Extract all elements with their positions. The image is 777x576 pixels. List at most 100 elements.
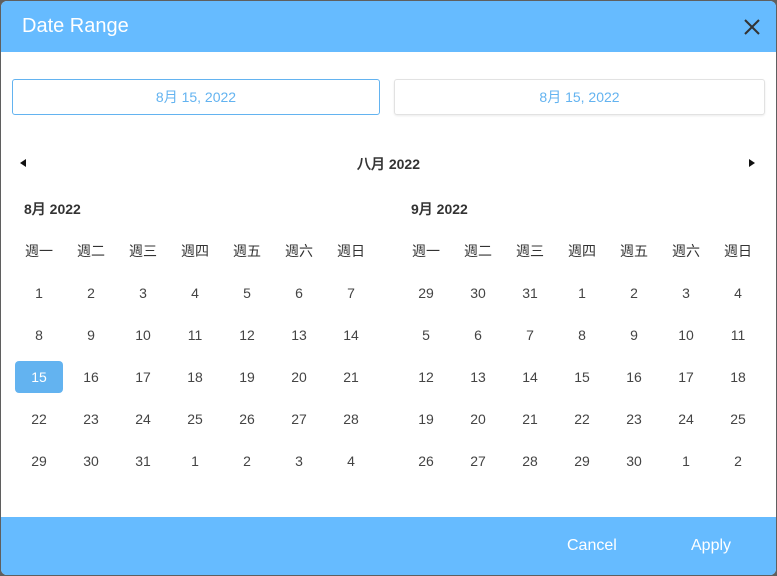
calendar-day[interactable]: 27 (452, 445, 504, 487)
calendar-day-label: 17 (678, 369, 694, 385)
calendar-day[interactable]: 7 (325, 277, 377, 319)
calendar-day[interactable]: 14 (504, 361, 556, 403)
calendar-day-label: 31 (522, 285, 538, 301)
calendar-day[interactable]: 4 (712, 277, 764, 319)
calendar-day[interactable]: 29 (400, 277, 452, 319)
calendar-day[interactable]: 12 (400, 361, 452, 403)
calendar-day-label: 4 (191, 285, 199, 301)
calendar-day[interactable]: 11 (169, 319, 221, 361)
apply-button[interactable]: Apply (691, 537, 731, 555)
calendar-day[interactable]: 6 (273, 277, 325, 319)
calendar-day[interactable]: 15 (556, 361, 608, 403)
calendar-day[interactable]: 23 (65, 403, 117, 445)
weekday-label: 週一 (412, 243, 440, 259)
calendar-day[interactable]: 18 (712, 361, 764, 403)
calendar-day[interactable]: 17 (660, 361, 712, 403)
calendar-day[interactable]: 9 (608, 319, 660, 361)
calendar-day[interactable]: 20 (273, 361, 325, 403)
calendar-day-label: 11 (730, 327, 746, 343)
calendar-day[interactable]: 31 (504, 277, 556, 319)
calendar-day-selected[interactable]: 15 (13, 361, 65, 403)
calendar-day[interactable]: 16 (65, 361, 117, 403)
calendar-day[interactable]: 2 (65, 277, 117, 319)
calendar-week: 12 13 14 15 16 17 18 (400, 361, 764, 403)
calendar-day-label: 12 (239, 327, 255, 343)
calendar-day[interactable]: 31 (117, 445, 169, 487)
calendar-day[interactable]: 29 (556, 445, 608, 487)
weekday-label: 週二 (77, 243, 105, 259)
calendar-day[interactable]: 26 (400, 445, 452, 487)
calendar-day[interactable]: 19 (221, 361, 273, 403)
calendar-day[interactable]: 1 (556, 277, 608, 319)
calendar-day[interactable]: 28 (504, 445, 556, 487)
calendar-day[interactable]: 24 (117, 403, 169, 445)
calendar-day[interactable]: 8 (13, 319, 65, 361)
calendar-day-label: 3 (682, 285, 690, 301)
calendar-day[interactable]: 21 (325, 361, 377, 403)
calendar-day[interactable]: 5 (400, 319, 452, 361)
calendar-day[interactable]: 18 (169, 361, 221, 403)
calendar-day[interactable]: 1 (13, 277, 65, 319)
calendar-day[interactable]: 17 (117, 361, 169, 403)
calendar-day[interactable]: 2 (712, 445, 764, 487)
calendar-day[interactable]: 25 (169, 403, 221, 445)
calendar-day[interactable]: 21 (504, 403, 556, 445)
calendar-day[interactable]: 4 (325, 445, 377, 487)
calendar-day[interactable]: 2 (221, 445, 273, 487)
calendar-day[interactable]: 13 (452, 361, 504, 403)
calendar-day[interactable]: 4 (169, 277, 221, 319)
calendar-day-label: 30 (470, 285, 486, 301)
end-date-field[interactable]: 8月 15, 2022 (394, 79, 765, 115)
next-month-button[interactable] (746, 156, 758, 168)
calendar-day[interactable]: 28 (325, 403, 377, 445)
calendar-day-label: 7 (347, 285, 355, 301)
calendar-day[interactable]: 2 (608, 277, 660, 319)
calendar-day[interactable]: 1 (169, 445, 221, 487)
calendar-day[interactable]: 26 (221, 403, 273, 445)
close-icon (744, 19, 760, 35)
calendar-day[interactable]: 29 (13, 445, 65, 487)
calendar-day[interactable]: 14 (325, 319, 377, 361)
calendar-day[interactable]: 22 (13, 403, 65, 445)
calendar-day[interactable]: 10 (660, 319, 712, 361)
calendar-day[interactable]: 10 (117, 319, 169, 361)
calendar-day-label: 10 (678, 327, 694, 343)
calendar-day[interactable]: 8 (556, 319, 608, 361)
calendar-day-label: 4 (734, 285, 742, 301)
calendar-day[interactable]: 6 (452, 319, 504, 361)
calendar-day[interactable]: 3 (273, 445, 325, 487)
calendar-day-label: 2 (243, 453, 251, 469)
calendar-day-label: 5 (422, 327, 430, 343)
calendar-day[interactable]: 5 (221, 277, 273, 319)
calendar-day-label: 6 (474, 327, 482, 343)
calendar-day[interactable]: 3 (660, 277, 712, 319)
calendar-day[interactable]: 27 (273, 403, 325, 445)
calendar-day[interactable]: 23 (608, 403, 660, 445)
weekday-header: 週一 週二 週三 週四 週五 週六 週日 (13, 241, 377, 277)
calendar-day[interactable]: 9 (65, 319, 117, 361)
calendar-day[interactable]: 7 (504, 319, 556, 361)
calendar-day-label: 11 (187, 327, 203, 343)
calendar-day-label: 3 (139, 285, 147, 301)
start-date-field[interactable]: 8月 15, 2022 (12, 79, 380, 115)
calendar-day[interactable]: 30 (452, 277, 504, 319)
close-button[interactable] (740, 15, 764, 39)
cancel-button[interactable]: Cancel (567, 537, 617, 555)
calendar-day[interactable]: 1 (660, 445, 712, 487)
calendar-day[interactable]: 12 (221, 319, 273, 361)
calendar-day-label: 25 (187, 411, 203, 427)
calendar-day[interactable]: 30 (608, 445, 660, 487)
calendar-day[interactable]: 20 (452, 403, 504, 445)
weekday-label: 週四 (181, 243, 209, 259)
calendar-day[interactable]: 19 (400, 403, 452, 445)
calendar-day[interactable]: 30 (65, 445, 117, 487)
weekday-label: 週三 (129, 243, 157, 259)
calendar-day[interactable]: 25 (712, 403, 764, 445)
calendar-day[interactable]: 3 (117, 277, 169, 319)
calendar-day[interactable]: 13 (273, 319, 325, 361)
calendar-day[interactable]: 16 (608, 361, 660, 403)
calendar-day[interactable]: 24 (660, 403, 712, 445)
calendar-day-label: 7 (526, 327, 534, 343)
calendar-day[interactable]: 11 (712, 319, 764, 361)
calendar-day[interactable]: 22 (556, 403, 608, 445)
